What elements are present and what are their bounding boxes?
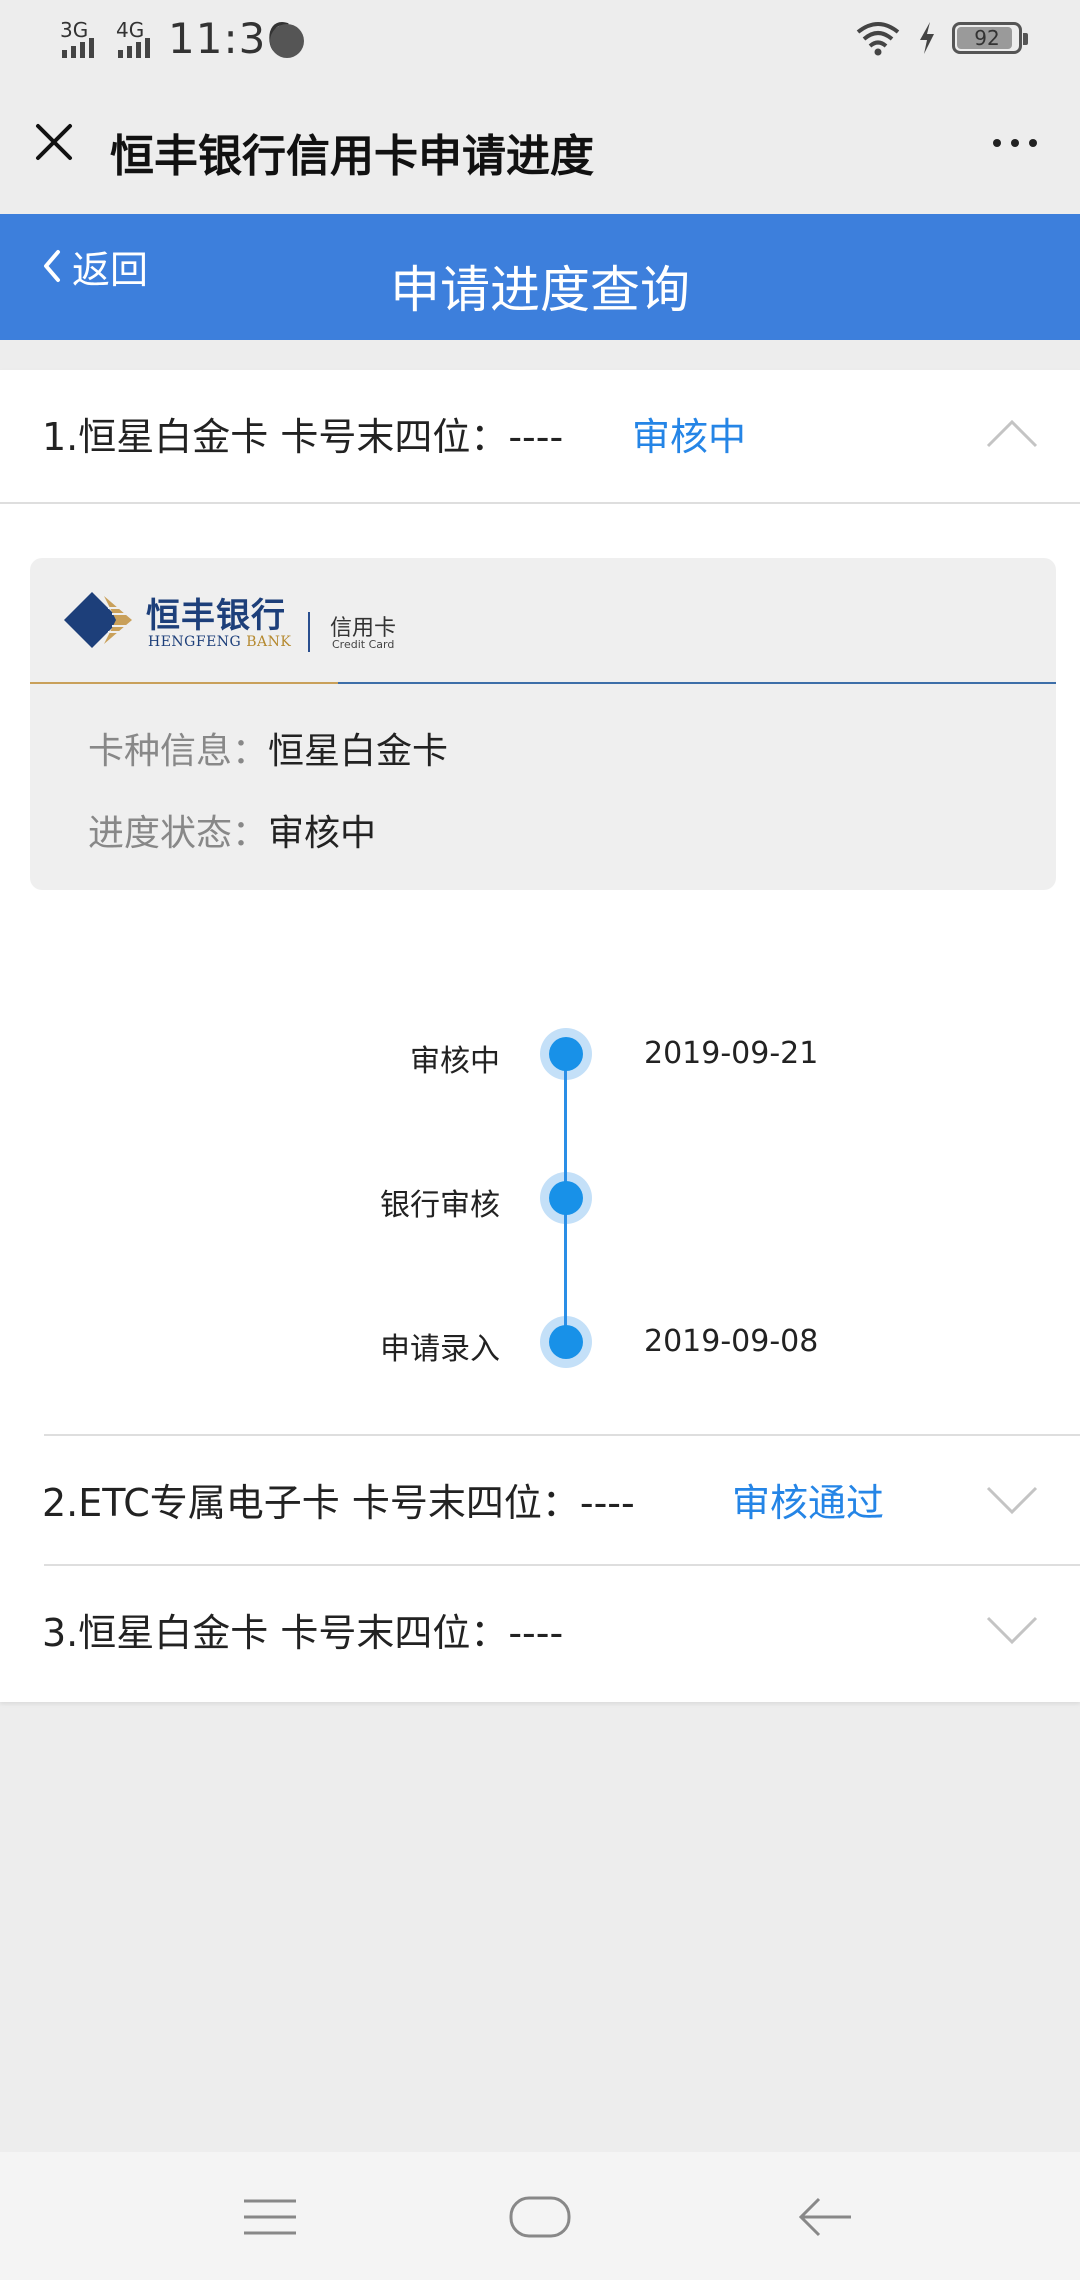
more-icon-dot	[993, 139, 1001, 147]
progress-status-value: 审核中	[268, 813, 377, 854]
bank-logo: 恒丰银行 HENGFENG BANK 信用卡 Credit Card	[30, 558, 1056, 684]
application-title: 1.恒星白金卡 卡号末四位：----	[42, 415, 564, 459]
signal-icon-2	[118, 38, 150, 58]
charging-icon	[920, 22, 934, 54]
application-row-1[interactable]: 1.恒星白金卡 卡号末四位：---- 审核中	[0, 370, 1080, 502]
close-button[interactable]	[28, 116, 80, 168]
home-button[interactable]	[490, 2182, 590, 2252]
card-info-panel: 恒丰银行 HENGFENG BANK 信用卡 Credit Card 卡种信息：…	[30, 558, 1056, 890]
system-nav-bar	[0, 2152, 1080, 2280]
timeline-date: 2019-09-08	[644, 1324, 819, 1359]
battery-icon: 92	[952, 22, 1028, 54]
timeline-date: 2019-09-21	[644, 1036, 819, 1071]
application-title: 3.恒星白金卡 卡号末四位：----	[42, 1611, 564, 1655]
status-bar: 3G 4G 11:36 92	[0, 0, 1080, 80]
timeline-label: 申请录入	[380, 1332, 500, 1367]
application-status: 审核通过	[732, 1481, 885, 1525]
more-icon-dot	[1011, 139, 1019, 147]
chevron-down-icon[interactable]	[984, 1610, 1040, 1650]
card-type-label: 卡种信息：	[88, 731, 269, 772]
battery-level: 92	[974, 26, 1000, 50]
progress-status-label: 进度状态：	[88, 813, 269, 854]
timeline-label: 银行审核	[380, 1188, 500, 1223]
application-row-3[interactable]: 3.恒星白金卡 卡号末四位：----	[0, 1566, 1080, 1698]
timeline-dot	[540, 1028, 592, 1080]
menu-icon	[244, 2199, 296, 2235]
page-title: 恒丰银行信用卡申请进度	[110, 131, 594, 182]
app-header: 返回 申请进度查询	[0, 214, 1080, 340]
chevron-up-icon[interactable]	[984, 414, 1040, 454]
back-nav-button[interactable]	[775, 2182, 875, 2252]
header-title: 申请进度查询	[390, 261, 690, 319]
bank-name-en-1: HENGFENG	[148, 634, 242, 650]
home-icon	[509, 2196, 571, 2238]
timeline-dot	[540, 1316, 592, 1368]
bank-name: 恒丰银行	[146, 596, 286, 636]
application-row-2[interactable]: 2.ETC专属电子卡 卡号末四位：---- 审核通过	[0, 1436, 1080, 1568]
title-bar: 恒丰银行信用卡申请进度	[0, 80, 1080, 214]
wifi-icon	[856, 22, 900, 56]
bank-name-en: HENGFENG BANK	[148, 634, 291, 650]
divider	[0, 502, 1080, 504]
application-list: 1.恒星白金卡 卡号末四位：---- 审核中 恒丰银行 HENGFENG BAN…	[0, 370, 1080, 1702]
more-button[interactable]	[980, 118, 1050, 168]
application-title: 2.ETC专属电子卡 卡号末四位：----	[42, 1481, 635, 1525]
timeline-label: 审核中	[410, 1044, 500, 1079]
card-divider	[30, 682, 1056, 684]
timeline-dot	[540, 1172, 592, 1224]
globe-icon	[270, 24, 304, 58]
bank-name-en-2: BANK	[246, 634, 292, 650]
menu-button[interactable]	[220, 2182, 320, 2252]
more-icon-dot	[1029, 139, 1037, 147]
card-type-row: 卡种信息：恒星白金卡	[88, 722, 448, 774]
progress-status-row: 进度状态：审核中	[88, 804, 376, 856]
back-arrow-icon	[798, 2197, 851, 2237]
logo-separator	[308, 612, 310, 652]
credit-card-label-en: Credit Card	[332, 638, 395, 651]
chevron-down-icon[interactable]	[984, 1480, 1040, 1520]
card-type-value: 恒星白金卡	[268, 731, 449, 772]
application-status: 审核中	[632, 415, 747, 459]
bank-logo-mark	[64, 592, 132, 648]
close-icon	[36, 124, 72, 160]
signal-icon-1	[62, 38, 94, 58]
